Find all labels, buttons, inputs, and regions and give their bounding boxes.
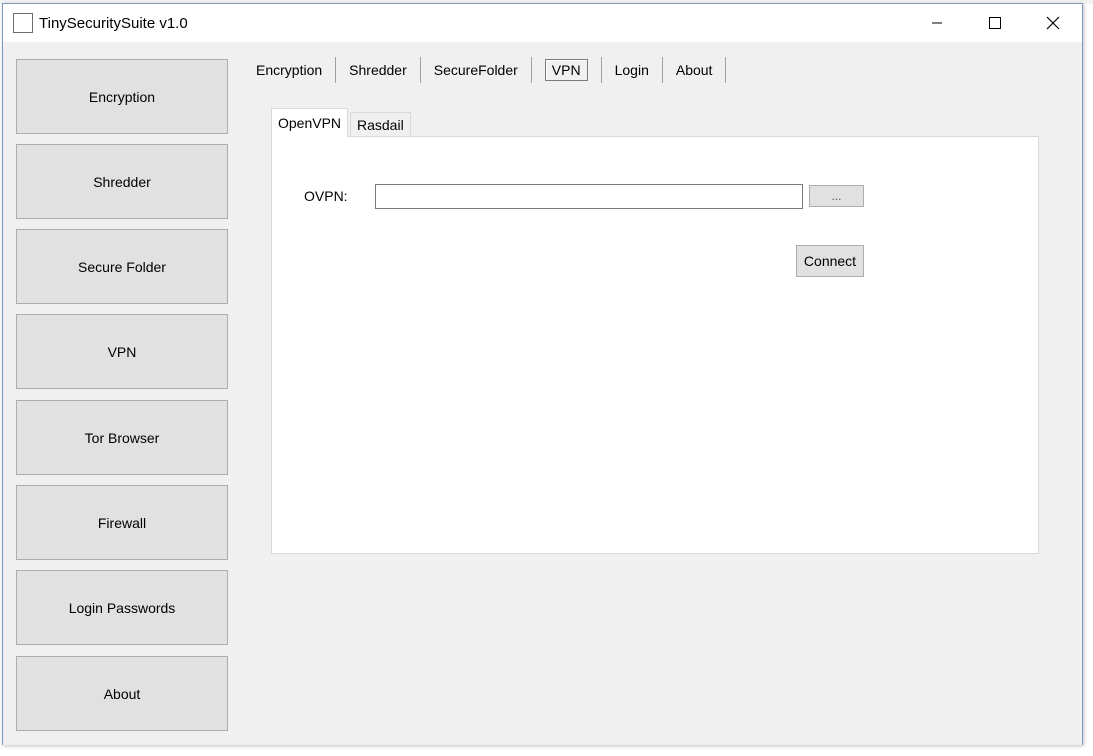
close-button[interactable] [1024,4,1082,42]
tab-securefolder[interactable]: SecureFolder [427,57,525,83]
tab-vpn[interactable]: VPN [538,57,595,83]
tab-separator [335,57,337,83]
sidebar-secure-folder-button[interactable]: Secure Folder [16,229,228,304]
minimize-button[interactable] [908,4,966,42]
tab-separator [419,57,421,83]
connect-button[interactable]: Connect [796,245,864,277]
sidebar-firewall-button[interactable]: Firewall [16,485,228,560]
browse-button[interactable]: ... [809,185,864,207]
app-icon [13,13,33,33]
tab-separator [661,57,663,83]
tab-about-label: About [675,62,713,78]
tab-login-label: Login [614,62,649,78]
ovpn-path-input[interactable] [375,184,803,209]
sidebar-tor-browser-button[interactable]: Tor Browser [16,400,228,475]
tab-separator [530,57,532,83]
close-icon [1046,16,1060,30]
sidebar-about-button[interactable]: About [16,656,228,731]
sidebar-vpn-button[interactable]: VPN [16,314,228,389]
tab-shredder[interactable]: Shredder [342,57,414,83]
tab-separator [725,57,727,83]
top-tab-strip: Encryption Shredder SecureFolder VPN Log… [249,56,732,84]
sidebar-login-passwords-button[interactable]: Login Passwords [16,570,228,645]
tab-separator [600,57,602,83]
tab-encryption[interactable]: Encryption [249,57,329,83]
maximize-button[interactable] [966,4,1024,42]
client-area: Encryption Shredder Secure Folder VPN To… [3,42,1082,745]
tab-securefolder-label: SecureFolder [433,62,518,78]
tab-login[interactable]: Login [608,57,656,83]
openvpn-panel: OVPN: ... Connect [271,136,1039,554]
maximize-icon [989,17,1001,29]
tab-shredder-label: Shredder [349,62,407,78]
window-title: TinySecuritySuite v1.0 [39,15,188,32]
ovpn-label: OVPN: [304,188,348,204]
minimize-icon [931,17,943,29]
tab-about[interactable]: About [669,57,720,83]
sidebar-shredder-button[interactable]: Shredder [16,144,228,219]
tab-rasdail[interactable]: Rasdail [350,112,411,136]
tab-encryption-label: Encryption [256,62,323,78]
tab-openvpn[interactable]: OpenVPN [271,108,349,137]
app-window: TinySecuritySuite v1.0 Encryption Shredd… [2,3,1083,745]
title-bar[interactable]: TinySecuritySuite v1.0 [3,4,1082,42]
sidebar-encryption-button[interactable]: Encryption [16,59,228,134]
tab-vpn-label: VPN [544,59,588,81]
